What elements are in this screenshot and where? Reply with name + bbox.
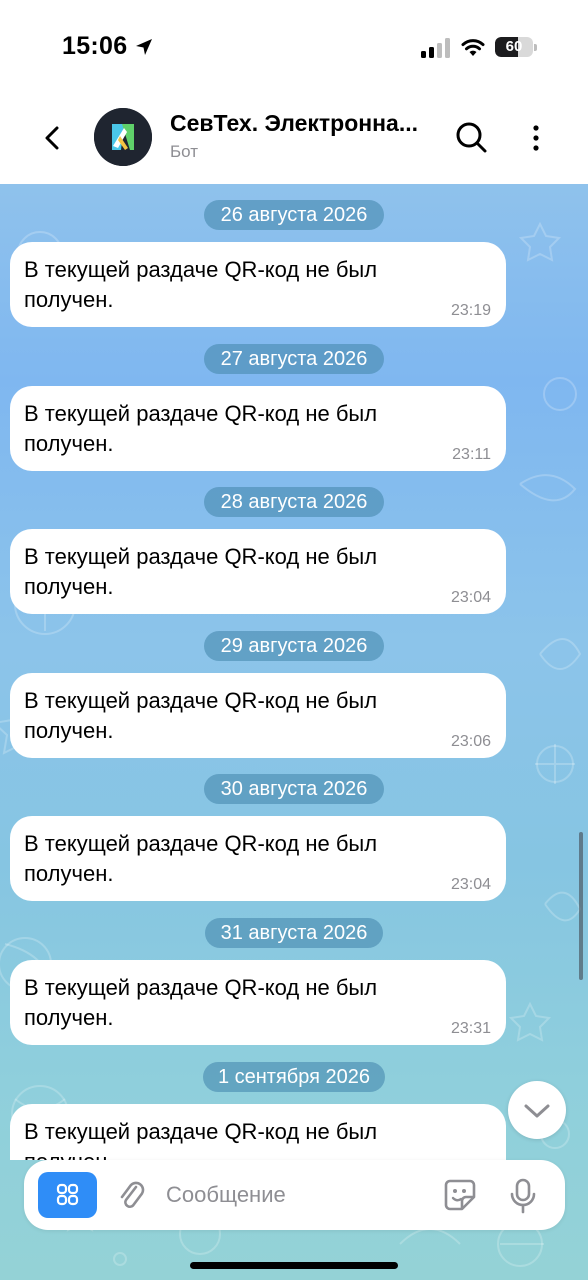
bot-logo-icon: [94, 108, 152, 166]
message-list[interactable]: 26 августа 2026 В текущей раздаче QR-код…: [0, 184, 588, 1160]
chevron-left-icon: [45, 126, 59, 150]
message-bubble[interactable]: В текущей раздаче QR-код не был получен.…: [10, 242, 506, 327]
message-time: 23:04: [450, 589, 491, 606]
location-arrow-icon: [136, 39, 152, 55]
message-text: В текущей раздаче QR-код не был получен.: [24, 975, 378, 1030]
chat-title[interactable]: СевТех. Электронна...: [170, 110, 438, 137]
message-text: В текущей раздаче QR-код не был получен.: [24, 544, 378, 599]
status-time: 15:06: [62, 32, 128, 60]
date-separator: 30 августа 2026: [204, 774, 384, 804]
cellular-signal-icon: [421, 38, 450, 58]
message-composer: [24, 1160, 565, 1230]
message-bubble[interactable]: В текущей раздаче QR-код не был получен.…: [10, 529, 506, 614]
message-text: В текущей раздаче QR-код не был получен.: [24, 688, 378, 743]
chat-subtitle: Бот: [170, 142, 199, 161]
chat-avatar[interactable]: [94, 108, 152, 166]
scroll-down-button[interactable]: [508, 1081, 566, 1139]
message-text: В текущей раздаче QR-код не был получен.: [24, 831, 378, 886]
search-icon: [456, 122, 487, 153]
message-time: 23:19: [450, 302, 491, 319]
battery-icon: 60: [495, 35, 537, 59]
date-separator: 29 августа 2026: [204, 631, 384, 661]
message-time: 23:06: [450, 733, 491, 750]
status-bar: 15:06 60: [0, 0, 588, 96]
home-indicator: [190, 1262, 398, 1269]
paperclip-icon: [120, 1181, 145, 1209]
date-separator: 27 августа 2026: [204, 344, 384, 374]
message-bubble[interactable]: В текущей раздаче QR-код не был получен.…: [10, 960, 506, 1045]
message-input[interactable]: [166, 1178, 426, 1212]
voice-message-button[interactable]: [508, 1177, 538, 1215]
sticker-button[interactable]: [442, 1177, 478, 1213]
scrollbar[interactable]: [579, 832, 583, 980]
date-separator: 26 августа 2026: [204, 200, 384, 230]
message-text: В текущей раздаче QR-код не был получен.: [24, 257, 378, 312]
chat-header: СевТех. Электронна... Бот: [0, 96, 588, 184]
bot-menu-icon: [56, 1183, 79, 1206]
more-vertical-icon: [533, 125, 539, 151]
message-bubble[interactable]: В текущей раздаче QR-код не был получен.…: [10, 816, 506, 901]
message-bubble[interactable]: В текущей раздаче QR-код не был получен.: [10, 1104, 506, 1160]
bot-menu-button[interactable]: [38, 1172, 97, 1218]
chat-area[interactable]: 26 августа 2026 В текущей раздаче QR-код…: [0, 184, 588, 1280]
wifi-icon: [461, 39, 485, 56]
more-button[interactable]: [520, 118, 552, 158]
attach-button[interactable]: [116, 1178, 148, 1214]
message-time: 23:04: [450, 876, 491, 893]
message-time: 23:31: [450, 1020, 491, 1037]
date-separator: 28 августа 2026: [204, 487, 384, 517]
microphone-icon: [510, 1178, 536, 1214]
search-button[interactable]: [452, 118, 492, 158]
sticker-icon: [444, 1179, 476, 1211]
message-text: В текущей раздаче QR-код не был получен.: [24, 1119, 378, 1160]
message-text: В текущей раздаче QR-код не был получен.: [24, 401, 378, 456]
date-separator: 31 августа 2026: [205, 918, 383, 948]
message-bubble[interactable]: В текущей раздаче QR-код не был получен.…: [10, 386, 506, 471]
message-time: 23:11: [452, 446, 491, 463]
battery-percentage: 60: [505, 38, 523, 55]
date-separator: 1 сентября 2026: [203, 1062, 385, 1092]
chevron-down-icon: [524, 1104, 550, 1118]
message-bubble[interactable]: В текущей раздаче QR-код не был получен.…: [10, 673, 506, 758]
back-button[interactable]: [36, 118, 68, 158]
